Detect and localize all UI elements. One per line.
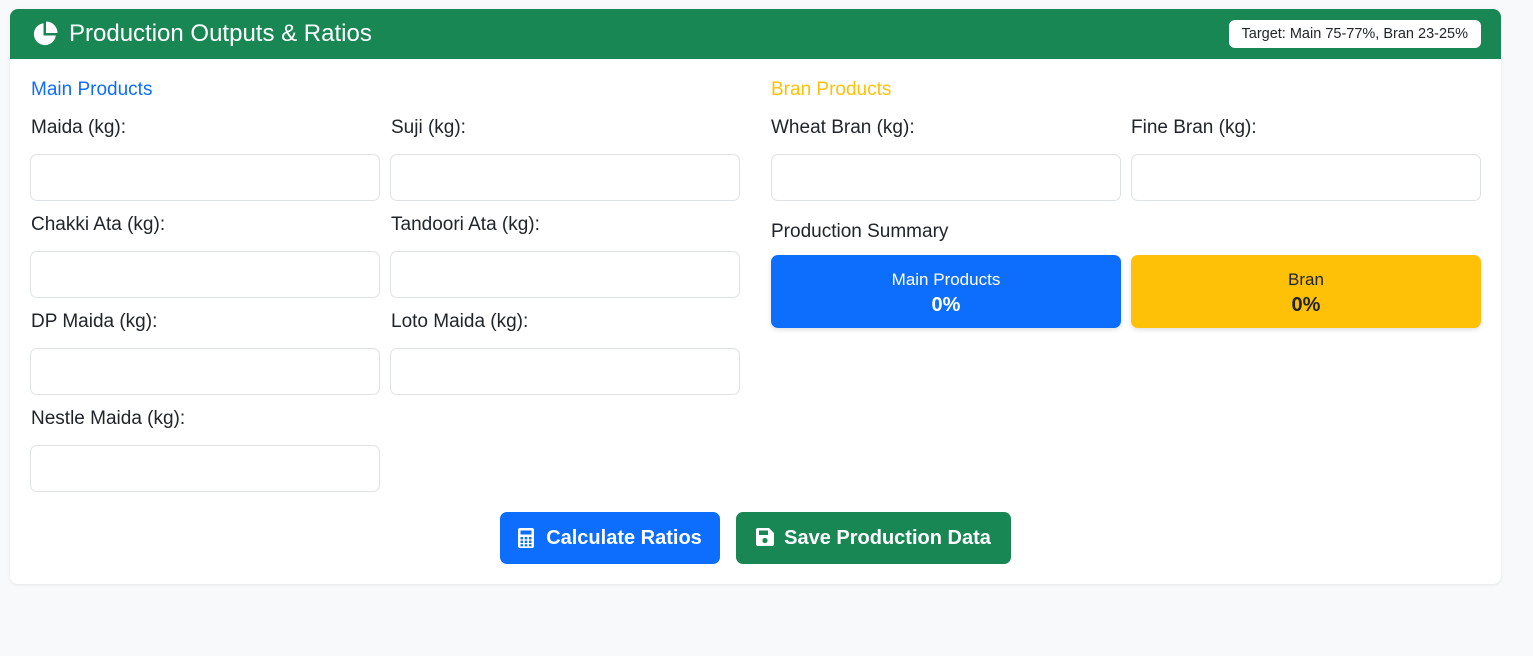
main-products-summary: Main Products 0% [771, 255, 1121, 328]
dp-maida-input[interactable] [30, 348, 380, 395]
bran-summary-value: 0% [1291, 294, 1321, 316]
chakki-ata-input[interactable] [30, 251, 380, 298]
maida-label: Maida (kg): [31, 117, 127, 138]
card-header: Production Outputs & Ratios Target: Main… [10, 9, 1501, 59]
loto-maida-label: Loto Maida (kg): [391, 311, 529, 332]
nestle-maida-label: Nestle Maida (kg): [31, 408, 186, 429]
production-card: Production Outputs & Ratios Target: Main… [10, 9, 1501, 584]
bran-products-title: Bran Products [771, 79, 892, 100]
chart-pie-icon [31, 20, 59, 48]
fine-bran-input[interactable] [1131, 154, 1481, 201]
main-products-title: Main Products [31, 79, 153, 100]
production-summary-title: Production Summary [771, 221, 949, 242]
wheat-bran-label: Wheat Bran (kg): [771, 117, 915, 138]
card-title: Production Outputs & Ratios [31, 20, 372, 48]
bran-summary: Bran 0% [1131, 255, 1481, 328]
tandoori-ata-input[interactable] [390, 251, 740, 298]
chakki-ata-label: Chakki Ata (kg): [31, 214, 166, 235]
save-production-data-button[interactable]: Save Production Data [736, 512, 1011, 564]
bran-summary-label: Bran [1288, 270, 1324, 289]
suji-input[interactable] [390, 154, 740, 201]
loto-maida-input[interactable] [390, 348, 740, 395]
main-products-summary-value: 0% [931, 294, 961, 316]
card-body: Main Products Maida (kg): Suji (kg): Cha… [10, 59, 1501, 584]
fine-bran-label: Fine Bran (kg): [1131, 117, 1257, 138]
tandoori-ata-label: Tandoori Ata (kg): [391, 214, 540, 235]
target-badge: Target: Main 75-77%, Bran 23-25% [1228, 20, 1481, 48]
wheat-bran-input[interactable] [771, 154, 1121, 201]
main-products-summary-label: Main Products [891, 270, 1001, 289]
save-production-data-label: Save Production Data [784, 526, 991, 549]
floppy-disk-icon [756, 528, 775, 548]
dp-maida-label: DP Maida (kg): [31, 311, 158, 332]
nestle-maida-input[interactable] [30, 445, 380, 492]
maida-input[interactable] [30, 154, 380, 201]
calculate-ratios-label: Calculate Ratios [546, 526, 702, 549]
calculate-ratios-button[interactable]: Calculate Ratios [500, 512, 720, 564]
page-title: Production Outputs & Ratios [69, 20, 372, 47]
calculator-icon [518, 528, 536, 548]
suji-label: Suji (kg): [391, 117, 466, 138]
